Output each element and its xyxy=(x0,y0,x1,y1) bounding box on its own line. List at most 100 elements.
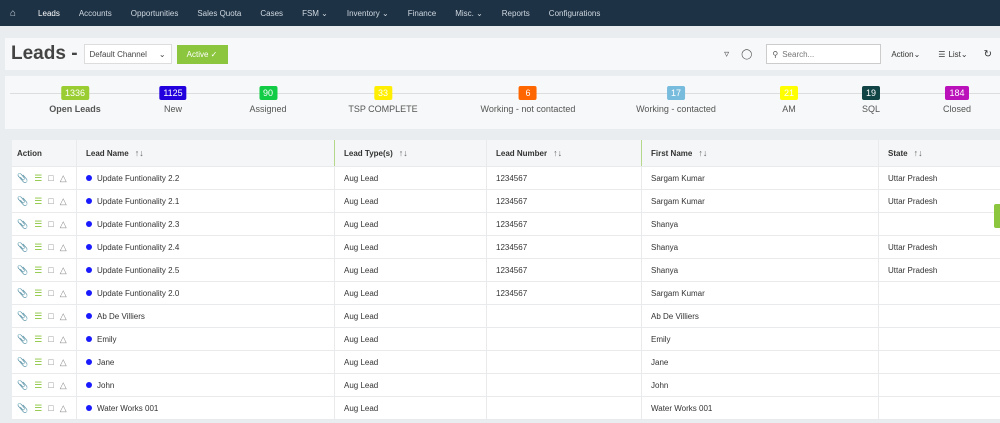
filter-icon[interactable]: ▿ xyxy=(724,49,729,60)
stage-item[interactable]: 33 TSP COMPLETE xyxy=(348,86,418,114)
table-row[interactable]: 📎 ☰ □ △ Jane Aug Lead Jane xyxy=(12,351,1000,374)
table-cell[interactable]: Update Funtionality 2.1 xyxy=(77,190,335,212)
document-icon[interactable]: □ xyxy=(48,265,53,275)
paperclip-icon[interactable]: 📎 xyxy=(17,265,28,276)
active-button[interactable]: Active ✓ xyxy=(176,44,228,64)
nav-item[interactable]: Misc. ⌄ xyxy=(455,9,483,18)
stage-item[interactable]: 90 Assigned xyxy=(249,86,287,114)
paperclip-icon[interactable]: 📎 xyxy=(17,403,28,414)
table-row[interactable]: 📎 ☰ □ △ John Aug Lead John xyxy=(12,374,1000,397)
table-row[interactable]: 📎 ☰ □ △ Update Funtionality 2.5 Aug Lead 12345… xyxy=(12,259,1000,282)
paperclip-icon[interactable]: 📎 xyxy=(17,334,28,345)
sort-icon[interactable]: ↑↓ xyxy=(399,148,408,158)
list-icon[interactable]: ☰ xyxy=(34,265,42,276)
stage-item[interactable]: 19 SQL xyxy=(861,86,881,114)
stage-item[interactable]: 1336 Open Leads xyxy=(49,86,101,114)
table-row[interactable]: 📎 ☰ □ △ Update Funtionality 2.0 Aug Lead 12345… xyxy=(12,282,1000,305)
action-dropdown[interactable]: Action⌄ xyxy=(891,50,920,59)
list-dropdown[interactable]: List⌄ xyxy=(948,50,967,59)
bell-icon[interactable]: △ xyxy=(60,380,67,391)
bell-icon[interactable]: △ xyxy=(60,357,67,368)
nav-item[interactable]: Cases xyxy=(260,9,283,18)
table-row[interactable]: 📎 ☰ □ △ Water Works 001 Aug Lead Water Works 0… xyxy=(12,397,1000,420)
table-row[interactable]: 📎 ☰ □ △ Emily Aug Lead Emily xyxy=(12,328,1000,351)
paperclip-icon[interactable]: 📎 xyxy=(17,196,28,207)
column-header[interactable]: State ↑↓ xyxy=(879,140,1000,166)
list-icon[interactable]: ☰ xyxy=(34,357,42,368)
table-cell[interactable]: Update Funtionality 2.3 xyxy=(77,213,335,235)
sort-icon[interactable]: ↑↓ xyxy=(914,148,923,158)
table-cell[interactable]: Update Funtionality 2.4 xyxy=(77,236,335,258)
table-cell[interactable]: Emily xyxy=(77,328,335,350)
table-row[interactable]: 📎 ☰ □ △ Update Funtionality 2.4 Aug Lead 12345… xyxy=(12,236,1000,259)
nav-item[interactable]: FSM ⌄ xyxy=(302,9,328,18)
list-icon[interactable]: ☰ xyxy=(34,403,42,414)
table-cell[interactable]: Jane xyxy=(77,351,335,373)
sort-icon[interactable]: ↑↓ xyxy=(698,148,707,158)
document-icon[interactable]: □ xyxy=(48,219,53,229)
table-cell[interactable]: Water Works 001 xyxy=(77,397,335,419)
table-cell[interactable]: John xyxy=(77,374,335,396)
document-icon[interactable]: □ xyxy=(48,288,53,298)
paperclip-icon[interactable]: 📎 xyxy=(17,357,28,368)
nav-item[interactable]: Reports xyxy=(502,9,530,18)
sort-icon[interactable]: ↑↓ xyxy=(135,148,144,158)
channel-select[interactable]: Default Channel ⌄ xyxy=(83,44,172,64)
document-icon[interactable]: □ xyxy=(48,311,53,321)
column-header[interactable]: Lead Type(s) ↑↓ xyxy=(335,140,487,166)
document-icon[interactable]: □ xyxy=(48,173,53,183)
document-icon[interactable]: □ xyxy=(48,380,53,390)
nav-item[interactable]: Sales Quota xyxy=(197,9,241,18)
table-row[interactable]: 📎 ☰ □ △ Update Funtionality 2.1 Aug Lead 12345… xyxy=(12,190,1000,213)
document-icon[interactable]: □ xyxy=(48,357,53,367)
table-cell[interactable]: Update Funtionality 2.5 xyxy=(77,259,335,281)
nav-item[interactable]: Leads xyxy=(38,9,60,18)
list-icon[interactable]: ☰ xyxy=(34,219,42,230)
paperclip-icon[interactable]: 📎 xyxy=(17,288,28,299)
paperclip-icon[interactable]: 📎 xyxy=(17,311,28,322)
stage-item[interactable]: 184 Closed xyxy=(943,86,971,114)
table-cell[interactable]: Update Funtionality 2.2 xyxy=(77,167,335,189)
table-row[interactable]: 📎 ☰ □ △ Update Funtionality 2.3 Aug Lead 12345… xyxy=(12,213,1000,236)
nav-item[interactable]: Inventory ⌄ xyxy=(347,9,389,18)
paperclip-icon[interactable]: 📎 xyxy=(17,380,28,391)
refresh-icon[interactable]: ↻ xyxy=(984,49,992,60)
stage-item[interactable]: 1125 New xyxy=(159,86,187,114)
stage-item[interactable]: 6 Working - not contacted xyxy=(481,86,575,114)
bell-icon[interactable]: △ xyxy=(60,196,67,207)
document-icon[interactable]: □ xyxy=(48,334,53,344)
document-icon[interactable]: □ xyxy=(48,242,53,252)
nav-item[interactable]: Opportunities xyxy=(131,9,179,18)
table-row[interactable]: 📎 ☰ □ △ Ab De Villiers Aug Lead Ab De Villiers xyxy=(12,305,1000,328)
stage-item[interactable]: 17 Working - contacted xyxy=(636,86,716,114)
paperclip-icon[interactable]: 📎 xyxy=(17,173,28,184)
list-icon[interactable]: ☰ xyxy=(34,173,42,184)
bell-icon[interactable]: △ xyxy=(60,219,67,230)
bell-icon[interactable]: △ xyxy=(60,403,67,414)
list-icon[interactable]: ☰ xyxy=(34,242,42,253)
table-row[interactable]: 📎 ☰ □ △ Update Funtionality 2.2 Aug Lead 12345… xyxy=(12,167,1000,190)
stage-item[interactable]: 21 AM xyxy=(779,86,799,114)
column-header[interactable]: First Name ↑↓ xyxy=(642,140,879,166)
nav-item[interactable]: Accounts xyxy=(79,9,112,18)
document-icon[interactable]: □ xyxy=(48,196,53,206)
bell-icon[interactable]: △ xyxy=(60,173,67,184)
bell-icon[interactable]: △ xyxy=(60,334,67,345)
column-header[interactable]: Lead Number ↑↓ xyxy=(487,140,642,166)
bell-icon[interactable]: △ xyxy=(60,265,67,276)
column-header[interactable]: Lead Name ↑↓ xyxy=(77,140,335,166)
bell-icon[interactable]: △ xyxy=(60,311,67,322)
document-icon[interactable]: □ xyxy=(48,403,53,413)
nav-item[interactable]: Finance xyxy=(408,9,436,18)
nav-item[interactable]: Configurations xyxy=(549,9,601,18)
home-icon[interactable]: ⌂ xyxy=(10,8,16,19)
table-cell[interactable]: Ab De Villiers xyxy=(77,305,335,327)
list-icon[interactable]: ☰ xyxy=(34,288,42,299)
bell-icon[interactable]: △ xyxy=(60,288,67,299)
bell-icon[interactable]: △ xyxy=(60,242,67,253)
tag-icon[interactable]: ◯ xyxy=(741,49,752,60)
paperclip-icon[interactable]: 📎 xyxy=(17,242,28,253)
list-icon[interactable]: ☰ xyxy=(34,196,42,207)
paperclip-icon[interactable]: 📎 xyxy=(17,219,28,230)
list-icon[interactable]: ☰ xyxy=(34,311,42,322)
